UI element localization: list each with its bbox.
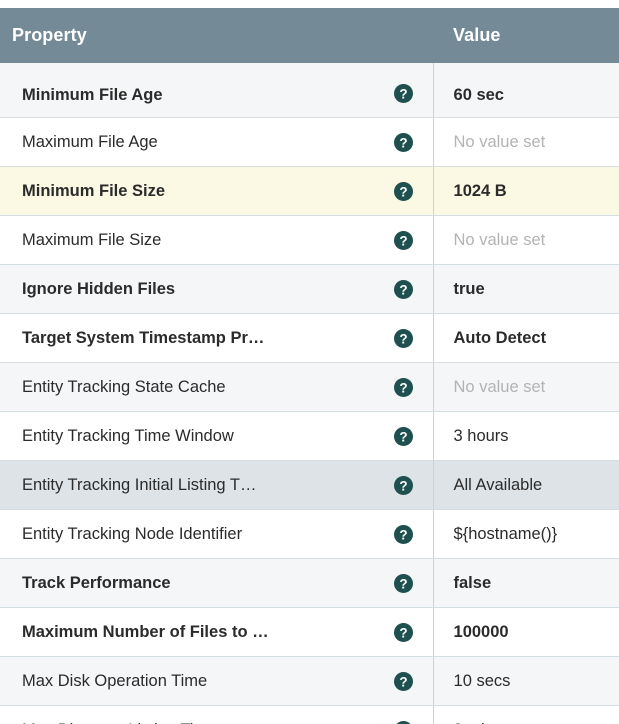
property-value-cell-unset[interactable]: No value set [432,362,619,412]
help-icon[interactable]: ? [394,328,414,348]
property-help-cell[interactable]: ? [375,558,434,608]
property-name-cell: Maximum File Size [0,215,375,265]
help-icon[interactable]: ? [394,181,414,201]
property-name-cell: Minimum File Size [0,166,375,216]
table-row[interactable]: Minimum File Size? 1024 B [0,166,619,216]
property-name-cell: Entity Tracking State Cache [0,362,375,412]
table-row[interactable]: Entity Tracking Node Identifier? ${hostna… [0,509,619,559]
property-table: Property Value Minimum File Age? 60 sec Ma… [0,8,619,724]
property-name-cell: Maximum Number of Files to … [0,607,375,657]
svg-text:?: ? [400,135,408,150]
property-help-cell[interactable]: ? [375,656,434,706]
svg-text:?: ? [400,625,408,640]
table-header: Property Value [0,8,619,63]
table-header-row: Property Value [0,8,619,63]
property-help-cell[interactable]: ? [375,411,434,461]
property-value-cell[interactable]: false [432,558,619,608]
property-value-cell[interactable]: 3 hours [432,411,619,461]
property-name-cell: Maximum File Age [0,117,375,167]
property-name-cell: Track Performance [0,558,375,608]
help-icon[interactable]: ? [394,279,414,299]
help-icon[interactable]: ? [394,622,414,642]
table-row[interactable]: Maximum File Size? No value set [0,215,619,265]
table-row[interactable]: Maximum File Age? No value set [0,117,619,167]
property-value-cell[interactable]: ${hostname()} [432,509,619,559]
property-name-cell: Ignore Hidden Files [0,264,375,314]
svg-text:?: ? [400,576,408,591]
svg-text:?: ? [400,478,408,493]
property-help-cell[interactable]: ? [375,705,434,724]
property-value-cell[interactable]: 1024 B [432,166,619,216]
column-header-property[interactable]: Property [0,8,434,63]
help-icon[interactable]: ? [394,426,414,446]
property-value-cell-unset[interactable]: No value set [432,117,619,167]
property-help-cell[interactable]: ? [375,117,434,167]
table-row[interactable]: Max Directory Listing Time? 3 mins [0,705,619,724]
help-icon[interactable]: ? [394,573,414,593]
table-row[interactable]: Track Performance? false [0,558,619,608]
property-help-cell[interactable]: ? [375,264,434,314]
property-help-cell[interactable]: ? [375,215,434,265]
property-help-cell[interactable]: ? [375,63,434,118]
property-name-cell: Max Disk Operation Time [0,656,375,706]
svg-text:?: ? [400,282,408,297]
help-icon[interactable]: ? [394,720,413,724]
property-help-cell[interactable]: ? [375,313,434,363]
table-row[interactable]: Entity Tracking Initial Listing T…? All A… [0,460,619,510]
svg-text:?: ? [400,429,408,444]
property-table-panel: Property Value Minimum File Age? 60 sec Ma… [0,0,619,724]
table-row[interactable]: Entity Tracking Time Window? 3 hours [0,411,619,461]
help-icon[interactable]: ? [394,132,414,152]
property-help-cell[interactable]: ? [375,362,434,412]
svg-text:?: ? [400,674,408,689]
table-row[interactable]: Maximum Number of Files to …? 100000 [0,607,619,657]
property-value-cell[interactable]: true [432,264,619,314]
property-name-cell: Entity Tracking Node Identifier [0,509,375,559]
property-table-scroll-area[interactable]: Property Value Minimum File Age? 60 sec Ma… [0,8,619,724]
svg-text:?: ? [400,86,408,101]
svg-text:?: ? [400,527,408,542]
svg-text:?: ? [400,233,408,248]
property-help-cell[interactable]: ? [375,460,434,510]
property-name-cell: Target System Timestamp Pr… [0,313,375,363]
help-icon[interactable]: ? [394,230,414,250]
property-name-cell: Minimum File Age [0,63,375,118]
table-row[interactable]: Target System Timestamp Pr…? Auto Detect [0,313,619,363]
table-body: Minimum File Age? 60 sec Maximum File Age?… [0,63,619,724]
help-icon[interactable]: ? [394,671,414,691]
column-header-value[interactable]: Value [433,8,619,63]
table-row[interactable]: Ignore Hidden Files? true [0,264,619,314]
svg-text:?: ? [400,184,408,199]
svg-text:?: ? [400,331,408,346]
help-icon[interactable]: ? [394,84,414,103]
help-icon[interactable]: ? [394,524,414,544]
property-name-cell: Entity Tracking Time Window [0,411,375,461]
property-value-cell[interactable]: Auto Detect [432,313,619,363]
property-help-cell[interactable]: ? [375,607,434,657]
property-value-cell[interactable]: 10 secs [432,656,619,706]
table-row[interactable]: Max Disk Operation Time? 10 secs [0,656,619,706]
property-value-cell[interactable]: All Available [432,460,619,510]
property-value-cell-unset[interactable]: No value set [432,215,619,265]
table-row[interactable]: Entity Tracking State Cache? No value set [0,362,619,412]
property-value-cell[interactable]: 3 mins [432,705,619,724]
property-name-cell: Max Directory Listing Time [0,705,375,724]
table-row[interactable]: Minimum File Age? 60 sec [0,63,619,118]
help-icon[interactable]: ? [394,377,414,397]
property-help-cell[interactable]: ? [375,509,434,559]
help-icon[interactable]: ? [394,475,414,495]
property-value-cell[interactable]: 60 sec [432,63,619,118]
property-name-cell: Entity Tracking Initial Listing T… [0,460,375,510]
svg-text:?: ? [400,380,408,395]
property-value-cell[interactable]: 100000 [432,607,619,657]
property-help-cell[interactable]: ? [375,166,434,216]
